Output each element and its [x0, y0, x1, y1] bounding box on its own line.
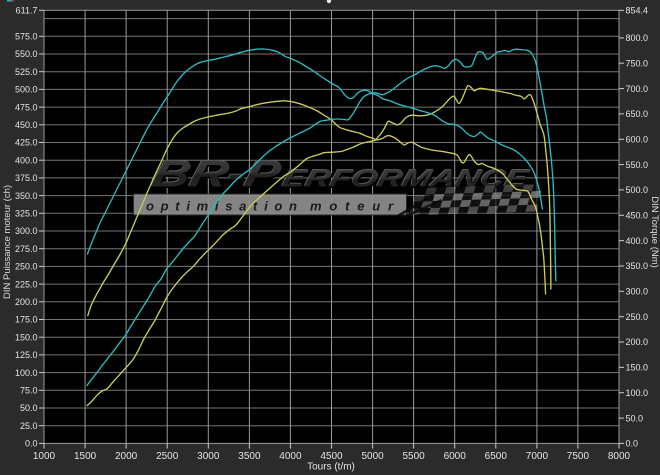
svg-text:550.0: 550.0 — [626, 160, 649, 170]
svg-text:25.0: 25.0 — [20, 421, 38, 431]
svg-text:7500: 7500 — [567, 451, 590, 462]
svg-text:200.0: 200.0 — [626, 337, 649, 347]
svg-text:800.0: 800.0 — [626, 33, 649, 43]
svg-text:611.7: 611.7 — [16, 6, 38, 16]
svg-text:250.0: 250.0 — [15, 262, 38, 272]
svg-text:DIN Torque (Nm): DIN Torque (Nm) — [649, 196, 660, 268]
svg-text:125.0: 125.0 — [15, 350, 38, 360]
svg-text:75.0: 75.0 — [20, 386, 38, 396]
svg-text:600.0: 600.0 — [626, 135, 649, 145]
svg-text:0.0: 0.0 — [25, 439, 38, 449]
svg-text:500.0: 500.0 — [15, 85, 38, 95]
svg-text:7000: 7000 — [526, 451, 549, 462]
svg-text:1500: 1500 — [74, 451, 97, 462]
svg-text:854.4: 854.4 — [626, 6, 649, 16]
svg-text:275.0: 275.0 — [15, 244, 38, 254]
svg-text:100.0: 100.0 — [626, 388, 649, 398]
svg-text:500.0: 500.0 — [626, 185, 649, 195]
svg-text:6500: 6500 — [485, 451, 508, 462]
svg-text:DIN Puissance moteur (ch): DIN Puissance moteur (ch) — [2, 185, 13, 299]
svg-text:5000: 5000 — [361, 451, 384, 462]
svg-text:0.0: 0.0 — [626, 439, 639, 449]
svg-text:400.0: 400.0 — [15, 155, 38, 165]
svg-text:350.0: 350.0 — [15, 191, 38, 201]
svg-text:BR-P: BR-P — [148, 153, 287, 194]
svg-text:175.0: 175.0 — [15, 315, 38, 325]
svg-text:300.0: 300.0 — [626, 287, 649, 297]
svg-text:100.0: 100.0 — [15, 368, 38, 378]
svg-text:150.0: 150.0 — [15, 332, 38, 342]
svg-text:650.0: 650.0 — [626, 109, 649, 119]
svg-text:2500: 2500 — [156, 451, 179, 462]
svg-text:8000: 8000 — [608, 451, 631, 462]
svg-text:325.0: 325.0 — [15, 209, 38, 219]
svg-text:525.0: 525.0 — [15, 67, 38, 77]
svg-text:200.0: 200.0 — [15, 297, 38, 307]
svg-text:450.0: 450.0 — [626, 211, 649, 221]
svg-text:3500: 3500 — [238, 451, 261, 462]
svg-text:150.0: 150.0 — [626, 363, 649, 373]
svg-text:50.0: 50.0 — [20, 403, 38, 413]
svg-text:450.0: 450.0 — [15, 120, 38, 130]
svg-text:575.0: 575.0 — [15, 32, 38, 42]
svg-text:50.0: 50.0 — [626, 413, 644, 423]
svg-text:475.0: 475.0 — [15, 102, 38, 112]
svg-text:350.0: 350.0 — [626, 261, 649, 271]
svg-text:6000: 6000 — [444, 451, 467, 462]
svg-text:Tours (t/m): Tours (t/m) — [307, 462, 355, 473]
svg-text:750.0: 750.0 — [626, 58, 649, 68]
svg-text:700.0: 700.0 — [626, 84, 649, 94]
svg-text:550.0: 550.0 — [15, 49, 38, 59]
svg-text:4000: 4000 — [279, 451, 302, 462]
svg-text:2000: 2000 — [115, 451, 138, 462]
svg-text:250.0: 250.0 — [626, 312, 649, 322]
svg-text:4500: 4500 — [320, 451, 343, 462]
svg-text:400.0: 400.0 — [626, 236, 649, 246]
svg-text:225.0: 225.0 — [15, 279, 38, 289]
svg-text:425.0: 425.0 — [15, 138, 38, 148]
svg-text:300.0: 300.0 — [15, 226, 38, 236]
svg-text:375.0: 375.0 — [15, 173, 38, 183]
svg-text:1000: 1000 — [33, 451, 56, 462]
svg-text:3000: 3000 — [197, 451, 220, 462]
svg-text:5500: 5500 — [402, 451, 425, 462]
